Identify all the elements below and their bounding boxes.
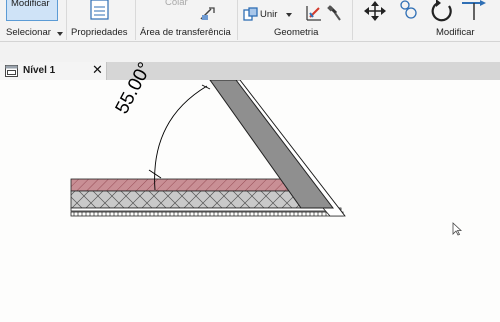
roof-layer-insulation[interactable] xyxy=(70,190,302,209)
cut-profile-icon[interactable] xyxy=(199,6,216,21)
colar-button[interactable]: Colar xyxy=(165,0,188,8)
properties-icon[interactable] xyxy=(90,0,110,20)
rotate-icon[interactable] xyxy=(429,0,455,22)
selecionar-dropdown[interactable]: Selecionar xyxy=(6,27,51,38)
chevron-down-icon[interactable] xyxy=(286,13,292,17)
paint-icon[interactable] xyxy=(327,5,343,22)
ribbon-gap xyxy=(0,42,500,62)
angle-dimension[interactable] xyxy=(148,84,211,191)
roof-layer-red[interactable] xyxy=(70,178,292,192)
ribbon-separator xyxy=(352,0,353,40)
view-tab-icon xyxy=(5,65,18,77)
close-icon[interactable]: ✕ xyxy=(92,63,103,77)
align-icon[interactable] xyxy=(460,0,488,22)
unir-button[interactable]: Unir xyxy=(260,9,277,20)
area-transferencia-group-label: Área de transferência xyxy=(140,27,231,38)
modificar-group-label: Modificar xyxy=(436,27,475,38)
modificar-button[interactable]: Modificar xyxy=(6,0,58,21)
view-tab-nivel-1[interactable]: Nível 1 ✕ xyxy=(0,62,107,80)
ribbon-separator xyxy=(237,0,238,40)
geometria-group-label: Geometria xyxy=(274,27,319,38)
join-edit-icon[interactable] xyxy=(305,5,323,22)
view-tab-label: Nível 1 xyxy=(23,65,56,76)
view-tab-strip: Nível 1 ✕ xyxy=(0,62,500,80)
modificar-button-label: Modificar xyxy=(11,0,50,9)
propriedades-button[interactable]: Propriedades xyxy=(71,27,128,38)
roof-layer-base[interactable] xyxy=(70,207,344,217)
ribbon-separator xyxy=(66,0,67,40)
mouse-cursor-icon xyxy=(452,222,463,236)
chevron-down-icon[interactable] xyxy=(57,32,63,36)
join-icon[interactable] xyxy=(243,7,258,22)
ribbon-separator xyxy=(135,0,136,40)
ribbon: Modificar Selecionar Propriedades Colar … xyxy=(0,0,500,42)
drawing-canvas[interactable] xyxy=(0,80,500,322)
move-icon[interactable] xyxy=(362,0,388,22)
copy-icon[interactable] xyxy=(396,0,422,22)
